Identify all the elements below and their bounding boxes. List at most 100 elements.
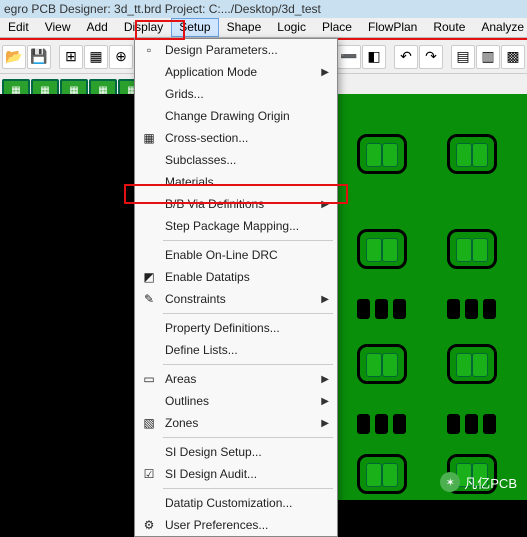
menu-item-change-drawing-origin[interactable]: Change Drawing Origin xyxy=(135,105,337,127)
submenu-arrow-icon: ▶ xyxy=(321,374,329,385)
menu-separator xyxy=(163,437,333,438)
undo-icon[interactable]: ↶ xyxy=(394,45,418,69)
pcb-component xyxy=(447,229,497,269)
menu-item-label: Property Definitions... xyxy=(165,321,280,335)
menu-item-label: Outlines xyxy=(165,394,209,408)
menu-item-constraints[interactable]: ✎ Constraints ▶ xyxy=(135,288,337,310)
menu-logic[interactable]: Logic xyxy=(269,18,314,37)
pcb-component xyxy=(447,344,497,384)
pcb-component xyxy=(447,134,497,174)
menu-item-design-parameters[interactable]: ▫ Design Parameters... xyxy=(135,39,337,61)
menu-item-materials[interactable]: Materials... xyxy=(135,171,337,193)
menu-item-label: Step Package Mapping... xyxy=(165,219,299,233)
save-icon[interactable]: 💾 xyxy=(27,45,51,69)
menu-item-cross-section[interactable]: ▦ Cross-section... xyxy=(135,127,337,149)
menu-item-si-design-audit[interactable]: ☑ SI Design Audit... xyxy=(135,463,337,485)
layer-icon[interactable]: ▤ xyxy=(451,45,475,69)
menu-item-label: Grids... xyxy=(165,87,204,101)
pcb-component xyxy=(357,454,407,494)
menu-item-define-lists[interactable]: Define Lists... xyxy=(135,339,337,361)
menu-item-icon: ◩ xyxy=(141,269,157,285)
menu-item-label: Define Lists... xyxy=(165,343,238,357)
menu-item-label: Areas xyxy=(165,372,196,386)
tool-icon[interactable]: ▦ xyxy=(84,45,108,69)
menu-item-label: SI Design Setup... xyxy=(165,445,262,459)
menu-item-datatip-customization[interactable]: Datatip Customization... xyxy=(135,492,337,514)
menu-place[interactable]: Place xyxy=(314,18,360,37)
menu-item-subclasses[interactable]: Subclasses... xyxy=(135,149,337,171)
menu-item-icon: ▭ xyxy=(141,371,157,387)
menu-item-grids[interactable]: Grids... xyxy=(135,83,337,105)
tool-icon[interactable]: ⊕ xyxy=(109,45,133,69)
menu-item-icon: ▫ xyxy=(141,42,157,58)
submenu-arrow-icon: ▶ xyxy=(321,199,329,210)
window-title: egro PCB Designer: 3d_tt.brd Project: C:… xyxy=(0,0,527,18)
menu-item-b-b-via-definitions[interactable]: B/B Via Definitions ▶ xyxy=(135,193,337,215)
menu-separator xyxy=(163,313,333,314)
menu-item-icon: ✎ xyxy=(141,291,157,307)
menu-item-enable-on-line-drc[interactable]: Enable On-Line DRC xyxy=(135,244,337,266)
menu-item-label: Cross-section... xyxy=(165,131,248,145)
menu-route[interactable]: Route xyxy=(425,18,473,37)
menu-item-label: Enable Datatips xyxy=(165,270,250,284)
pcb-component xyxy=(357,134,407,174)
menu-item-label: User Preferences... xyxy=(165,518,268,532)
menu-item-label: Design Parameters... xyxy=(165,43,278,57)
menu-item-icon: ⚙ xyxy=(141,517,157,533)
pcb-footprint xyxy=(447,414,497,436)
menu-separator xyxy=(163,240,333,241)
menu-item-label: SI Design Audit... xyxy=(165,467,257,481)
menu-add[interactable]: Add xyxy=(78,18,115,37)
menu-setup[interactable]: Setup xyxy=(171,18,218,37)
menu-item-label: Zones xyxy=(165,416,198,430)
pcb-component xyxy=(357,229,407,269)
menu-item-property-definitions[interactable]: Property Definitions... xyxy=(135,317,337,339)
menu-flowplan[interactable]: FlowPlan xyxy=(360,18,425,37)
menu-item-step-package-mapping[interactable]: Step Package Mapping... xyxy=(135,215,337,237)
menu-item-label: Constraints xyxy=(165,292,226,306)
menu-item-label: Application Mode xyxy=(165,65,257,79)
menu-item-label: Enable On-Line DRC xyxy=(165,248,278,262)
menu-analyze[interactable]: Analyze xyxy=(473,18,527,37)
menu-item-outlines[interactable]: Outlines ▶ xyxy=(135,390,337,412)
submenu-arrow-icon: ▶ xyxy=(321,294,329,305)
pcb-footprint xyxy=(447,299,497,321)
tool-icon[interactable]: ◧ xyxy=(362,45,386,69)
menu-item-label: Datatip Customization... xyxy=(165,496,292,510)
submenu-arrow-icon: ▶ xyxy=(321,396,329,407)
menu-item-icon: ▧ xyxy=(141,415,157,431)
menu-display[interactable]: Display xyxy=(116,18,171,37)
menu-edit[interactable]: Edit xyxy=(0,18,37,37)
submenu-arrow-icon: ▶ xyxy=(321,67,329,78)
menu-item-si-design-setup[interactable]: SI Design Setup... xyxy=(135,441,337,463)
menu-separator xyxy=(163,488,333,489)
menu-item-areas[interactable]: ▭ Areas ▶ xyxy=(135,368,337,390)
menu-item-icon: ▦ xyxy=(141,130,157,146)
menu-view[interactable]: View xyxy=(37,18,79,37)
layer-icon[interactable]: ▩ xyxy=(501,45,525,69)
setup-menu-dropdown: ▫ Design Parameters... Application Mode ▶ Gr… xyxy=(134,38,338,537)
wechat-icon: ✶ xyxy=(440,472,460,492)
pcb-footprint xyxy=(357,299,407,321)
pcb-component xyxy=(357,344,407,384)
menu-item-enable-datatips[interactable]: ◩ Enable Datatips xyxy=(135,266,337,288)
layer-icon[interactable]: ▥ xyxy=(476,45,500,69)
menu-separator xyxy=(163,364,333,365)
menu-item-user-preferences[interactable]: ⚙ User Preferences... xyxy=(135,514,337,536)
watermark: ✶ 凡亿PCB xyxy=(440,472,517,492)
menu-item-label: Change Drawing Origin xyxy=(165,109,290,123)
watermark-text: 凡亿PCB xyxy=(464,473,517,492)
submenu-arrow-icon: ▶ xyxy=(321,418,329,429)
menu-item-application-mode[interactable]: Application Mode ▶ xyxy=(135,61,337,83)
open-icon[interactable]: 📂 xyxy=(2,45,26,69)
menu-shape[interactable]: Shape xyxy=(219,18,270,37)
menu-item-label: B/B Via Definitions xyxy=(165,197,264,211)
tool-icon[interactable]: ⊞ xyxy=(59,45,83,69)
menu-item-zones[interactable]: ▧ Zones ▶ xyxy=(135,412,337,434)
zoom-out-icon[interactable]: ➖ xyxy=(337,45,361,69)
menu-bar: EditViewAddDisplaySetupShapeLogicPlaceFl… xyxy=(0,18,527,38)
menu-item-icon: ☑ xyxy=(141,466,157,482)
pcb-footprint xyxy=(357,414,407,436)
redo-icon[interactable]: ↷ xyxy=(419,45,443,69)
menu-item-label: Subclasses... xyxy=(165,153,236,167)
